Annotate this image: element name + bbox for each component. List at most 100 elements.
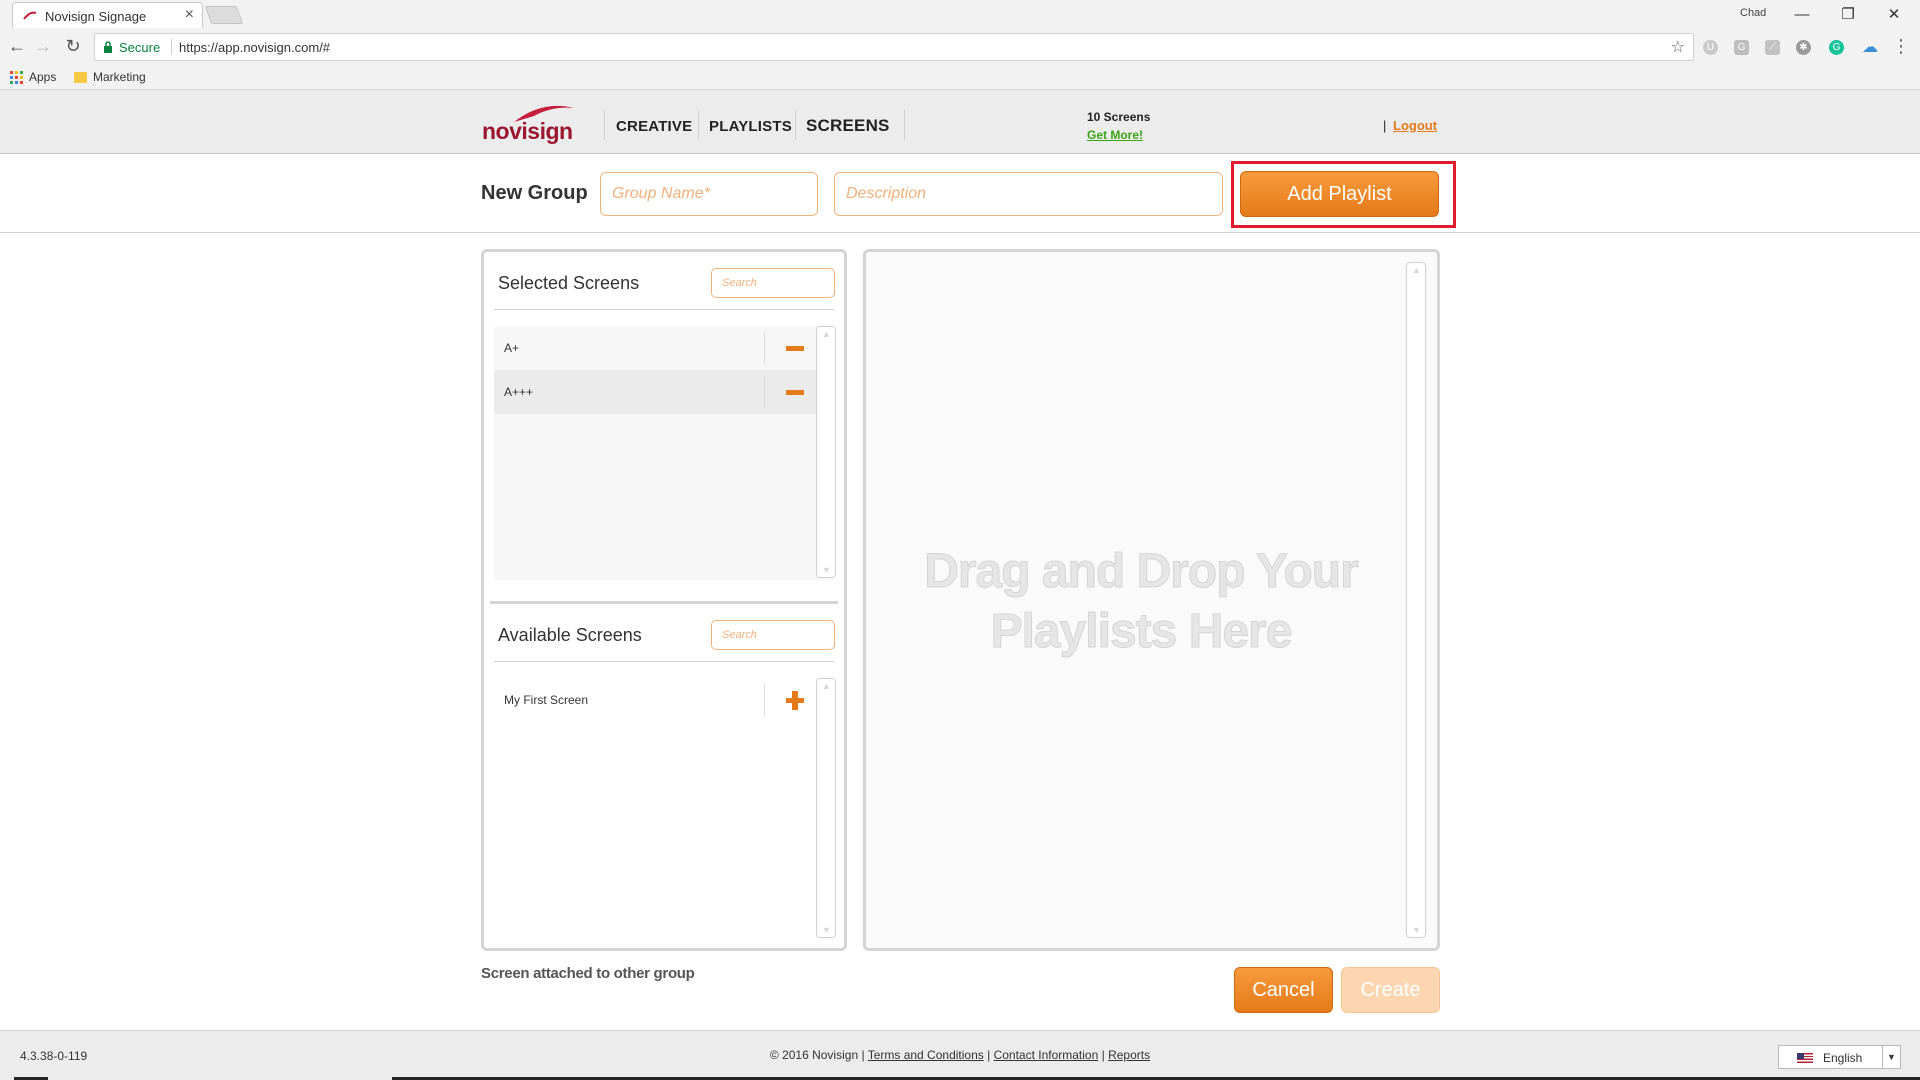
screen-name: My First Screen [504, 693, 589, 707]
screens-panel: Selected Screens A+ A+++ ▲ ▼ Available S… [481, 249, 847, 951]
selected-screens-title: Selected Screens [498, 273, 640, 293]
selected-screens-scrollbar[interactable]: ▲ ▼ [816, 326, 836, 578]
scroll-down-icon[interactable]: ▼ [1412, 925, 1421, 935]
add-playlist-button[interactable]: Add Playlist [1240, 171, 1439, 217]
tab-title: Novisign Signage [45, 9, 147, 24]
divider [494, 661, 834, 662]
cloud-icon[interactable]: ☁ [1862, 40, 1878, 56]
cancel-button[interactable]: Cancel [1234, 967, 1333, 1013]
ublock-icon[interactable]: U [1703, 40, 1718, 55]
forward-icon[interactable]: → [32, 36, 54, 57]
bookmark-marketing[interactable]: Marketing [74, 70, 146, 84]
scroll-up-icon[interactable]: ▲ [822, 681, 831, 691]
item-separator [764, 376, 765, 408]
bookmark-label: Marketing [93, 70, 146, 84]
browser-toolbar: ← → ↻ Secure https://app.novisign.com/# … [0, 28, 1920, 66]
list-item[interactable]: A+ [494, 326, 816, 370]
scroll-up-icon[interactable]: ▲ [822, 329, 831, 339]
drop-hint-line-2: Playlists Here [990, 605, 1293, 659]
logo-text: novisign [482, 118, 573, 144]
secure-label: Secure [119, 40, 161, 55]
scroll-down-icon[interactable]: ▼ [822, 925, 831, 935]
get-more-link[interactable]: Get More! [1087, 128, 1143, 142]
scroll-down-icon[interactable]: ▼ [822, 565, 831, 575]
available-screens-scrollbar[interactable]: ▲ ▼ [816, 678, 836, 938]
tab-close-icon[interactable]: × [185, 6, 194, 24]
remove-screen-icon[interactable] [786, 346, 804, 351]
playlist-drop-zone[interactable]: Drag and Drop Your Playlists Here ▲ ▼ [863, 249, 1440, 951]
bookmark-star-icon[interactable]: ☆ [1671, 37, 1685, 57]
menu-divider [698, 110, 699, 140]
menu-creative[interactable]: CREATIVE [616, 118, 692, 135]
lock-icon [104, 41, 112, 53]
new-group-form: New Group Add Playlist [0, 155, 1920, 233]
contact-link[interactable]: Contact Information [994, 1048, 1099, 1062]
list-item[interactable]: My First Screen [494, 678, 816, 722]
folder-icon [74, 71, 87, 83]
divider [494, 309, 834, 310]
address-bar[interactable]: Secure https://app.novisign.com/# ☆ [94, 33, 1694, 61]
selected-screens-search[interactable] [711, 268, 835, 298]
bookmark-label: Apps [29, 70, 57, 84]
app-header: novisign CREATIVE PLAYLISTS SCREENS 10 S… [0, 90, 1920, 154]
browser-tab[interactable]: Novisign Signage × [12, 2, 203, 28]
create-button[interactable]: Create [1341, 967, 1440, 1013]
remove-screen-icon[interactable] [786, 390, 804, 395]
item-separator [764, 332, 765, 364]
close-window-icon[interactable]: ✕ [1872, 2, 1916, 26]
terms-link[interactable]: Terms and Conditions [868, 1048, 984, 1062]
back-icon[interactable]: ← [6, 36, 28, 57]
restore-icon[interactable]: ❐ [1826, 2, 1870, 26]
screens-count: 10 Screens [1087, 110, 1151, 124]
reload-icon[interactable]: ↻ [62, 36, 84, 57]
list-item[interactable]: A+++ [494, 370, 816, 414]
scroll-up-icon[interactable]: ▲ [1412, 265, 1421, 275]
bookmark-apps[interactable]: Apps [10, 70, 56, 84]
apps-grid-icon [10, 70, 23, 84]
available-screens-list: My First Screen ▲ ▼ [494, 678, 836, 940]
us-flag-icon [1797, 1053, 1813, 1063]
playlist-scrollbar[interactable]: ▲ ▼ [1406, 262, 1426, 938]
available-screens-title: Available Screens [498, 625, 642, 645]
header-pipe: | [1383, 118, 1387, 133]
available-screens-search[interactable] [711, 620, 835, 650]
menu-screens[interactable]: SCREENS [806, 116, 890, 136]
chevron-down-icon[interactable]: ▼ [1882, 1046, 1900, 1068]
language-label: English [1823, 1051, 1863, 1065]
url-text[interactable]: https://app.novisign.com/# [179, 40, 330, 55]
pdf-icon[interactable]: ⟋ [1765, 40, 1780, 55]
new-group-title: New Group [481, 182, 588, 204]
bookmarks-bar: Apps Marketing [0, 66, 1920, 90]
language-select[interactable]: English ▼ [1778, 1045, 1901, 1069]
menu-playlists[interactable]: PLAYLISTS [709, 118, 792, 135]
drop-hint: Drag and Drop Your Playlists Here [866, 542, 1416, 662]
novisign-logo[interactable]: novisign [482, 100, 576, 144]
screen-name: A+++ [504, 385, 534, 399]
panel-splitter [490, 601, 838, 604]
grammarly-g-icon[interactable]: G [1734, 40, 1749, 55]
footer-links: © 2016 Novisign | Terms and Conditions |… [769, 1048, 1151, 1062]
new-tab-button[interactable] [204, 6, 244, 24]
menu-divider [604, 110, 605, 140]
profile-name[interactable]: Chad [1740, 7, 1766, 19]
reports-link[interactable]: Reports [1108, 1048, 1150, 1062]
address-separator [171, 39, 172, 55]
minimize-icon[interactable]: — [1780, 2, 1824, 26]
extension-icon[interactable]: ✱ [1796, 40, 1811, 55]
footer: 4.3.38-0-119 © 2016 Novisign | Terms and… [0, 1030, 1920, 1080]
menu-divider [904, 110, 905, 140]
menu-divider [795, 110, 796, 140]
selected-screens-list: A+ A+++ ▲ ▼ [494, 326, 836, 580]
browser-tab-bar: Novisign Signage × Chad — ❐ ✕ [0, 0, 1920, 28]
copyright: © 2016 Novisign [769, 1048, 859, 1062]
novisign-favicon-icon [23, 11, 37, 20]
item-separator [764, 684, 765, 716]
description-input[interactable] [834, 172, 1223, 216]
browser-menu-icon[interactable]: ⋮ [1890, 36, 1912, 57]
logout-link[interactable]: Logout [1393, 118, 1437, 133]
grammarly-icon[interactable]: G [1829, 40, 1844, 55]
screen-name: A+ [504, 341, 520, 355]
group-name-input[interactable] [600, 172, 818, 216]
drop-hint-line-1: Drag and Drop Your [924, 545, 1360, 599]
screen-attached-note: Screen attached to other group [481, 965, 695, 982]
